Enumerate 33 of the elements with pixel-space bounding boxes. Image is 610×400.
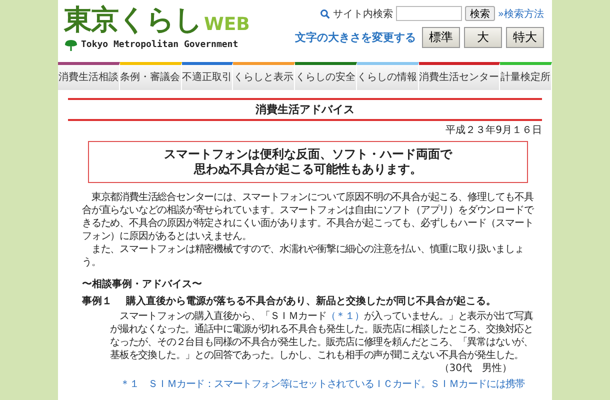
case-title: 購入直後から電源が落ちる不具合があり、新品と交換したが同じ不具合が起こる。	[126, 296, 496, 308]
nav-tab[interactable]: 不適正取引	[182, 62, 234, 90]
nav-tab[interactable]: 消費生活相談	[58, 62, 120, 90]
search-label: サイト内検索	[332, 8, 393, 20]
body-paragraph: 東京都消費生活総合センターには、スマートフォンについて原因不明の不具合が起こる、修理しても不具合が直らないなどの相談が寄せられています。スマートフォンは自由にソフト（アプリ）をダウンロードできるため、不具合の原因が特定されにくい面があります。不具合が起こっても、必ずしもハード（スマートフォン）に原因があるとはいえません。	[82, 191, 535, 243]
footnote-link[interactable]: （＊１）	[326, 311, 364, 322]
footnote-text: ＊１ ＳＩＭカード：スマートフォン等にセットされているＩＣカード。ＳＩＭカードには携帯	[120, 378, 526, 391]
body-paragraph: また、スマートフォンは精密機械ですので、水濡れや衝撃に細心の注意を払い、慎重に取り扱いましょう。	[82, 243, 525, 269]
nav-tab[interactable]: 計量検定所	[500, 62, 552, 90]
case-body: スマートフォンの購入直後から、「ＳＩＭカード（＊１）が入っていません。」と表示が出て写真が撮れなくなった。通話中に電源が切れる不具合も発生した。販売店に相談したところ、交換対応となったが、その２台目も同様の不具合が発生した。販売店に修理を頼んだところ、「異常はないが、基板を交換した。」との回答であった。しかし、これも相手の声が聞こえない不具合が発生した。	[110, 310, 534, 362]
search-help-link[interactable]: »検索方法	[498, 6, 544, 20]
search-icon	[320, 8, 330, 18]
nav-tab[interactable]: 消費生活センター	[418, 62, 500, 90]
case-label: 事例１	[82, 296, 112, 308]
site-logo[interactable]: 東京くらし WEB	[64, 6, 250, 34]
search-button[interactable]: 検索	[464, 6, 495, 21]
nav-tab[interactable]: 条例・審議会	[120, 62, 182, 90]
font-size-button[interactable]: 大	[464, 27, 502, 48]
font-size-button[interactable]: 特大	[506, 27, 544, 48]
section-heading: 〜相談事例・アドバイス〜	[82, 279, 203, 291]
nav-tab[interactable]: くらしと表示	[233, 62, 295, 90]
font-size-label: 文字の大きさを変更する	[295, 30, 416, 45]
search-field[interactable]	[396, 6, 462, 21]
nav-tab[interactable]: くらしの情報	[356, 62, 418, 90]
headline-text: 思わぬ不具合が起こる可能性もあります。	[192, 162, 423, 177]
tree-icon	[64, 39, 78, 51]
headline-text: スマートフォンは便利な反面、ソフト・ハード両面で	[163, 147, 454, 162]
publish-date: 平成２３年9月１６日	[444, 125, 542, 137]
nav-tab[interactable]: くらしの安全	[295, 62, 357, 90]
page-title: 消費生活アドバイス	[68, 98, 542, 121]
site-subtitle: Tokyo Metropolitan Government	[81, 40, 238, 50]
case-person: （30代 男性）	[439, 362, 512, 375]
font-size-button[interactable]: 標準	[422, 27, 460, 48]
